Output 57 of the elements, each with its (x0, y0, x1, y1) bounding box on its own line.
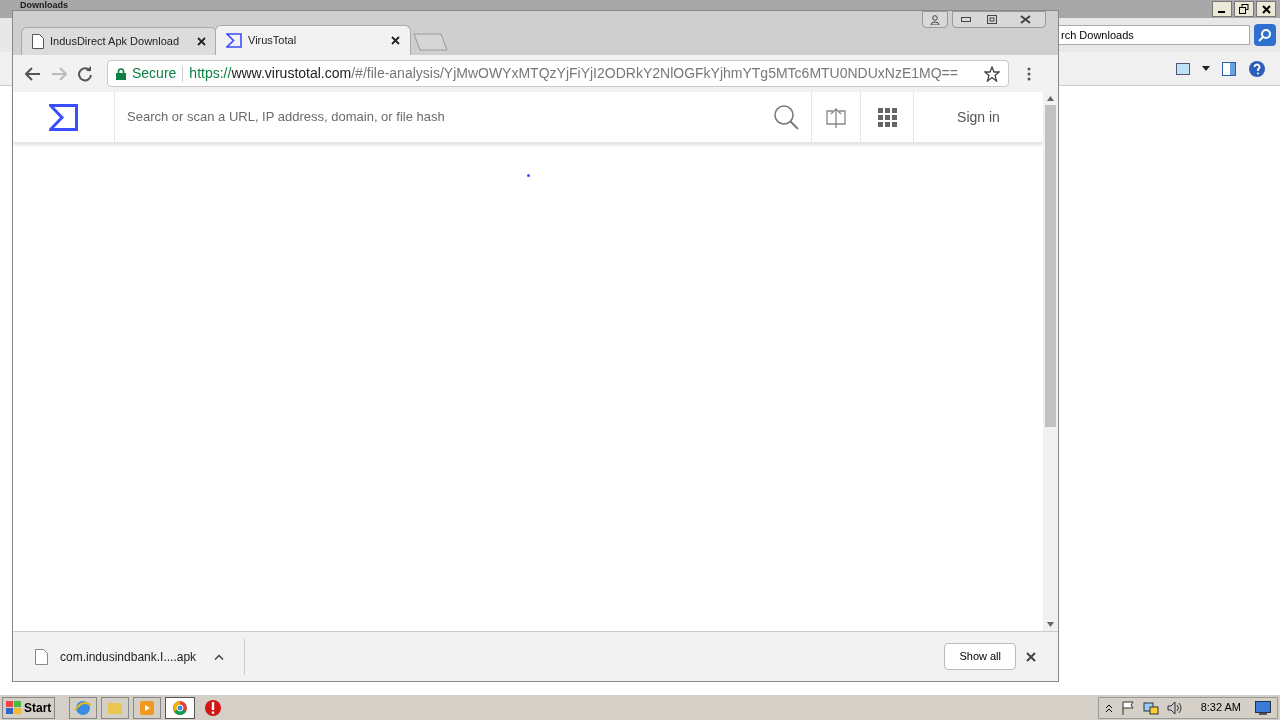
scrollbar-thumb[interactable] (1045, 105, 1056, 427)
apps-grid-icon[interactable] (877, 107, 897, 127)
page-icon (32, 34, 44, 49)
scroll-down-icon[interactable] (1047, 622, 1054, 627)
speaker-icon[interactable] (1166, 700, 1183, 715)
windows-logo-icon (6, 700, 22, 715)
download-item[interactable]: com.indusindbank.I....apk (35, 638, 245, 675)
menu-icon[interactable] (1027, 66, 1031, 81)
close-icon[interactable] (391, 36, 400, 45)
loading-dot-icon (527, 174, 530, 177)
search-field[interactable]: rch Downloads (1058, 25, 1250, 45)
preview-pane-icon[interactable] (1222, 61, 1236, 76)
close-icon (1261, 4, 1271, 14)
address-bar[interactable]: Secure https://www.virustotal.com/#/file-analysis/YjMwOWYxMTQzYjFiYjI2ODRkY2NlOGFkYjhmYTg5MTc6MTU0NDUxNzE1MQ== (107, 60, 1009, 87)
security-label: Secure (132, 64, 177, 83)
stop-sign-icon[interactable] (203, 697, 224, 718)
show-desktop-icon[interactable] (1255, 700, 1271, 715)
search-icon[interactable] (773, 104, 799, 130)
star-icon[interactable] (984, 65, 1000, 82)
sign-in-link[interactable]: Sign in (957, 106, 1000, 128)
show-all-button[interactable]: Show all (944, 643, 1016, 670)
person-icon (930, 14, 940, 25)
chevron-up-icon[interactable] (1104, 702, 1113, 713)
restore-icon (1239, 4, 1249, 14)
browser-tab[interactable]: VirusTotal (215, 25, 411, 55)
minimize-icon (961, 17, 971, 22)
search-icon (1258, 28, 1272, 42)
search-field[interactable]: Search or scan a URL, IP address, domain, or file hash (127, 107, 773, 127)
view-icon[interactable] (1176, 62, 1190, 75)
close-icon (1019, 15, 1031, 24)
restore-button[interactable] (1234, 1, 1254, 17)
scrollbar[interactable] (1043, 92, 1058, 631)
close-icon[interactable] (197, 37, 206, 46)
file-icon (35, 648, 48, 665)
flag-icon[interactable] (1120, 700, 1135, 715)
profile-button[interactable] (922, 11, 948, 28)
minimize-button[interactable] (1212, 1, 1232, 17)
restore-icon (987, 15, 997, 24)
network-icon[interactable] (1142, 700, 1159, 715)
chevron-up-icon[interactable] (214, 653, 225, 660)
sigma-icon (226, 33, 242, 48)
scroll-up-icon[interactable] (1047, 96, 1054, 101)
window-title: Downloads (20, 0, 68, 10)
back-arrow-icon[interactable] (25, 66, 41, 81)
help-icon[interactable] (1248, 59, 1266, 78)
close-icon[interactable] (1026, 651, 1036, 662)
reload-icon[interactable] (77, 65, 93, 82)
search-button[interactable] (1254, 24, 1276, 46)
dropdown-arrow-icon[interactable] (1202, 66, 1210, 71)
clock[interactable]: 8:32 AM (1200, 699, 1241, 716)
close-button[interactable] (1256, 1, 1276, 17)
sigma-logo-icon[interactable] (49, 103, 78, 131)
start-button[interactable]: Start (2, 696, 56, 719)
chrome-icon[interactable] (165, 696, 196, 719)
lock-icon (116, 67, 126, 80)
url-text: https://www.virustotal.com/#/file-analysis/YjMwOWYxMTQzYjFiYjI2ODRkY2NlOGFkYjhmYTg5MTc6MTU0NDUxNzE1MQ== (189, 64, 958, 83)
browser-tab[interactable]: IndusDirect Apk Download (21, 27, 217, 55)
